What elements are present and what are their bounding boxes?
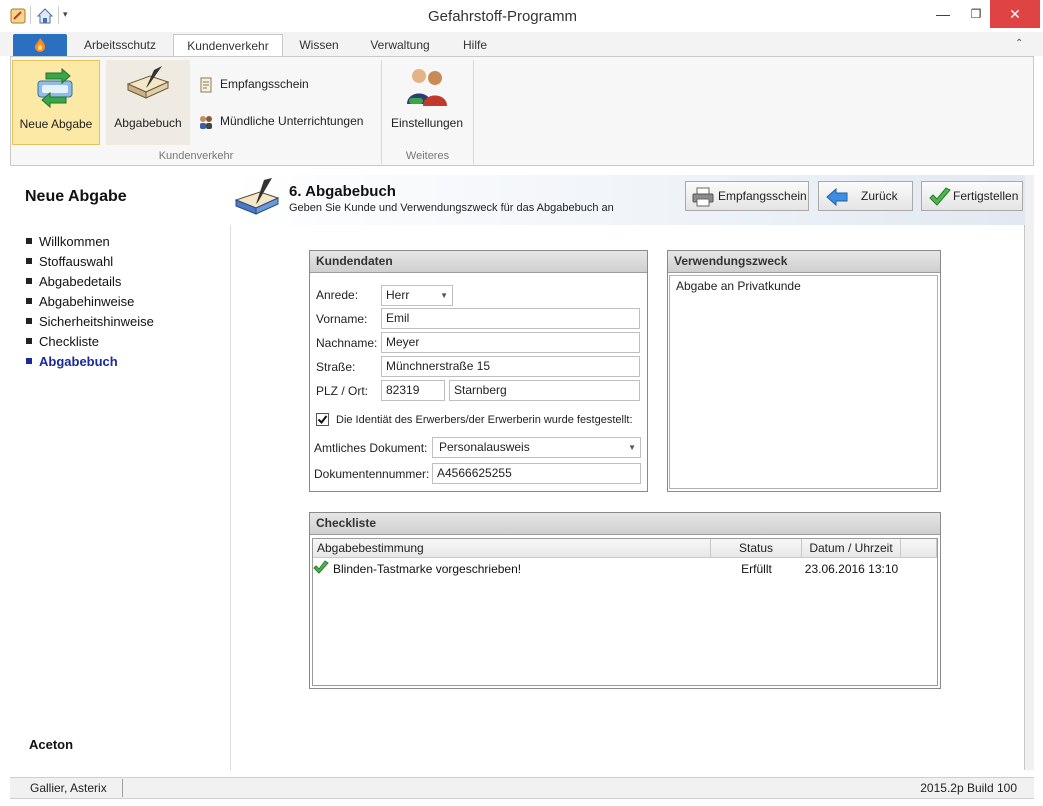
step-checkliste[interactable]: Checkliste: [26, 332, 99, 352]
column-header-datum[interactable]: Datum / Uhrzeit: [802, 539, 901, 558]
anrede-select[interactable]: Herr ▼: [381, 285, 453, 306]
substance-name: Aceton: [29, 737, 74, 752]
new-dispense-icon: [37, 67, 73, 109]
status-user: Gallier, Asterix: [30, 781, 107, 795]
anrede-label: Anrede:: [316, 288, 359, 302]
dokument-select[interactable]: Personalausweis ▼: [432, 437, 641, 458]
close-button[interactable]: ✕: [990, 0, 1040, 28]
ribbon-group-separator: [381, 60, 382, 164]
strasse-label: Straße:: [316, 360, 356, 374]
dokument-label: Amtliches Dokument:: [314, 441, 428, 455]
empfangsschein-button[interactable]: Empfangsschein: [685, 181, 809, 211]
zurueck-button[interactable]: Zurück: [818, 181, 913, 211]
people-icon: [198, 114, 214, 130]
identity-checkbox[interactable]: [316, 413, 329, 426]
dokumentnr-label: Dokumentennummer:: [314, 467, 430, 481]
book-pen-icon: [232, 178, 282, 223]
status-separator: [122, 779, 123, 797]
chevron-down-icon: ▼: [440, 291, 448, 300]
status-build: 2015.2p Build 100: [920, 781, 1017, 795]
ribbon-group-separator: [473, 60, 474, 164]
step-sicherheitshinweise[interactable]: Sicherheitshinweise: [26, 312, 154, 332]
step-willkommen[interactable]: Willkommen: [26, 232, 110, 252]
identity-label: Die Identiät des Erwerbers/der Erwerberi…: [336, 414, 633, 426]
ort-input[interactable]: Starnberg: [449, 380, 640, 401]
muendliche-label: Mündliche Unterrichtungen: [220, 114, 364, 128]
printer-icon: [692, 187, 716, 207]
chevron-down-icon: ▼: [628, 443, 636, 452]
abgabebuch-button[interactable]: Abgabebuch: [106, 60, 190, 145]
checklist-row-bestimmung: Blinden-Tastmarke vorgeschrieben!: [333, 562, 522, 576]
tab-verwaltung[interactable]: Verwaltung: [360, 34, 440, 56]
step-abgabedetails[interactable]: Abgabedetails: [26, 272, 121, 292]
group-label-kundenverkehr: Kundenverkehr: [158, 150, 234, 162]
tab-kundenverkehr[interactable]: Kundenverkehr: [173, 34, 283, 57]
right-edge-strip: [1025, 175, 1034, 770]
fertigstellen-button[interactable]: Fertigstellen: [921, 181, 1023, 211]
tab-arbeitsschutz[interactable]: Arbeitsschutz: [74, 34, 166, 56]
ribbon-collapse-icon[interactable]: ⌃: [1015, 38, 1023, 49]
checkliste-heading: Checkliste: [310, 513, 940, 535]
nachname-input[interactable]: Meyer: [381, 332, 640, 353]
einstellungen-button[interactable]: Einstellungen: [387, 60, 467, 145]
tab-wissen[interactable]: Wissen: [290, 34, 348, 56]
column-header-abgabebestimmung[interactable]: Abgabebestimmung: [313, 539, 711, 558]
empfangsschein-button-label: Empfangsschein: [718, 189, 807, 203]
verwendungszweck-textarea[interactable]: Abgabe an Privatkunde: [669, 275, 938, 489]
strasse-input[interactable]: Münchnerstraße 15: [381, 356, 640, 377]
kundendaten-heading: Kundendaten: [310, 251, 647, 273]
empfangsschein-ribbon-label: Empfangsschein: [220, 77, 309, 91]
group-label-weiteres: Weiteres: [405, 150, 450, 162]
plz-ort-label: PLZ / Ort:: [316, 384, 369, 398]
receipt-icon: [198, 77, 214, 93]
checkmark-icon: [313, 560, 329, 579]
checklist-row-status: Erfüllt: [741, 562, 772, 576]
einstellungen-label: Einstellungen: [390, 116, 464, 130]
vorname-input[interactable]: Emil: [381, 308, 640, 329]
window-title: Gefahrstoff-Programm: [428, 8, 577, 25]
column-header-filler: [901, 539, 937, 558]
arrow-left-icon: [825, 187, 849, 207]
step-stoffauswahl[interactable]: Stoffauswahl: [26, 252, 113, 272]
plz-input[interactable]: 82319: [381, 380, 445, 401]
step-abgabebuch[interactable]: Abgabebuch: [26, 352, 118, 372]
settings-people-icon: [407, 69, 447, 106]
abgabebuch-label: Abgabebuch: [114, 116, 182, 130]
vorname-label: Vorname:: [316, 312, 368, 326]
neue-abgabe-label: Neue Abgabe: [19, 117, 93, 131]
muendliche-unterrichtungen-button[interactable]: Mündliche Unterrichtungen: [198, 111, 363, 131]
checklist-row-datum: 23.06.2016 13:10: [804, 562, 899, 576]
tab-hilfe[interactable]: Hilfe: [452, 34, 498, 56]
book-icon: [126, 66, 170, 99]
verwendungszweck-heading: Verwendungszweck: [668, 251, 940, 273]
wizard-title: Neue Abgabe: [25, 188, 127, 205]
neue-abgabe-button[interactable]: Neue Abgabe: [12, 60, 100, 145]
empfangsschein-ribbon-button[interactable]: Empfangsschein: [198, 74, 309, 94]
step-abgabehinweise[interactable]: Abgabehinweise: [26, 292, 134, 312]
zurueck-button-label: Zurück: [861, 189, 898, 203]
fertigstellen-button-label: Fertigstellen: [953, 189, 1019, 203]
dokumentnr-input[interactable]: A4566625255: [432, 463, 641, 484]
column-header-status[interactable]: Status: [711, 539, 802, 558]
checkmark-icon: [928, 187, 952, 207]
step-subtitle: Geben Sie Kunde und Verwendungszweck für…: [289, 202, 614, 214]
nachname-label: Nachname:: [316, 336, 378, 350]
checkmark-icon: [317, 415, 328, 425]
status-bar: [10, 777, 1034, 799]
file-menu-button[interactable]: [13, 34, 67, 56]
step-title: 6. Abgabebuch: [289, 183, 396, 200]
